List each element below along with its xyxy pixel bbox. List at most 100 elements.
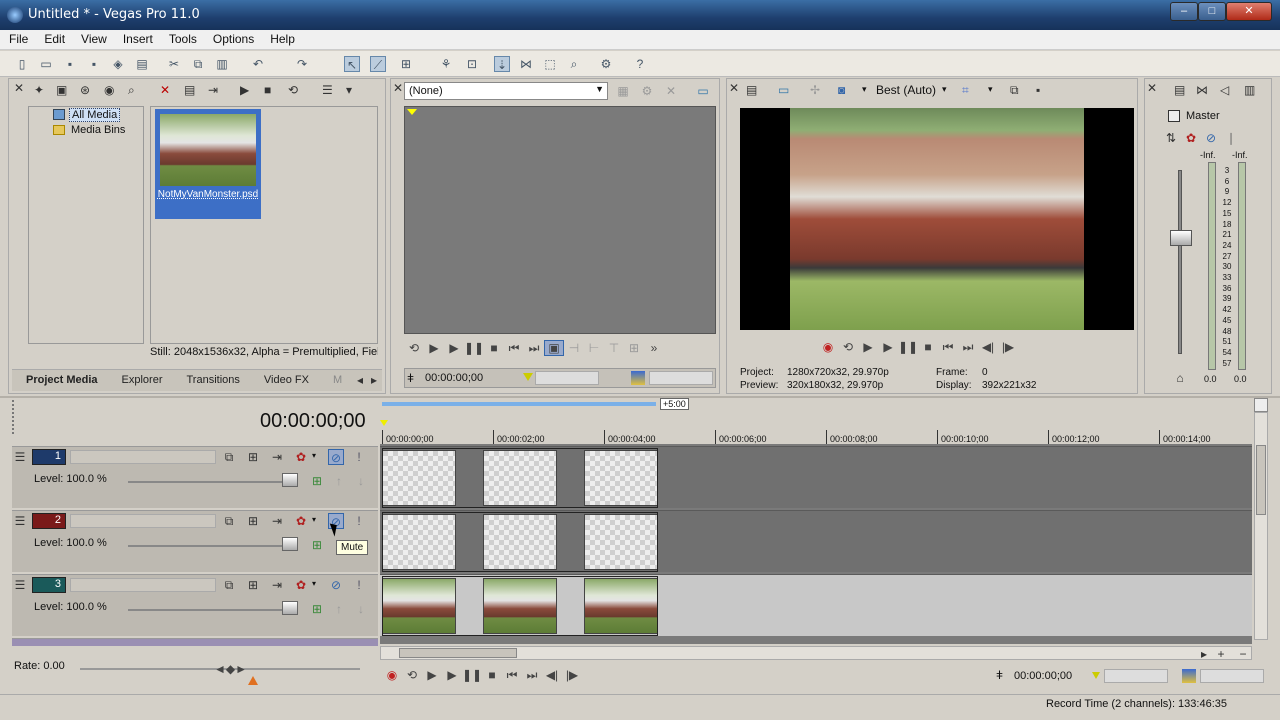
timeline-grip[interactable] (12, 400, 18, 434)
main-play-icon[interactable]: ▶ (442, 668, 462, 682)
level-slider-handle[interactable] (282, 601, 298, 615)
tabs-scroll-left-icon[interactable]: ◂ (354, 372, 366, 388)
track-envelope-icon[interactable]: ↑ (332, 601, 346, 617)
views-icon[interactable]: ☰ (322, 82, 333, 98)
main-prev-frame-icon[interactable]: ◀| (542, 668, 562, 682)
record-icon[interactable]: ◉ (818, 340, 838, 354)
menu-tools[interactable]: Tools (160, 30, 204, 46)
track-header[interactable]: ☰2⧉⊞⇥✿▾⊘!Level: 100.0 %⊞↑↓ (12, 510, 378, 572)
split-screen-view-icon[interactable]: ◙ (838, 82, 845, 98)
track-fx-icon[interactable]: ⊞ (246, 513, 260, 529)
auto-crossfade-icon[interactable]: ⋈ (518, 56, 534, 72)
master-bypass-checkbox[interactable] (1168, 110, 1180, 122)
zoom-in-icon[interactable]: + (1214, 646, 1228, 662)
compositing-mode-icon[interactable]: ⇥ (270, 449, 284, 465)
main-loop-icon[interactable]: ⟲ (402, 668, 422, 682)
menu-file[interactable]: File (0, 30, 35, 46)
rate-slider-handle-icon[interactable]: ◄◆► (214, 662, 247, 676)
edit-preset-icon[interactable]: ⚙ (640, 83, 654, 99)
trimmer-length-field[interactable] (649, 371, 713, 385)
mute-icon[interactable]: ⊘ (328, 577, 344, 593)
main-play-from-start-icon[interactable]: ▶ (422, 668, 442, 682)
track-expand-icon[interactable]: ☰ (14, 513, 26, 529)
split-dropdown-icon[interactable]: ▾ (862, 84, 867, 95)
split-screen-icon[interactable]: ▭ (696, 83, 710, 99)
online-icon[interactable]: ⚙ (598, 56, 614, 72)
close-trimmer-icon[interactable]: ✕ (392, 80, 404, 96)
add-to-timeline-icon[interactable]: ⊣ (564, 341, 584, 355)
track-motion-icon[interactable]: ⧉ (222, 513, 236, 529)
maximize-button[interactable]: □ (1198, 2, 1226, 21)
solo-icon[interactable]: ! (352, 577, 366, 593)
play-from-start-icon[interactable]: ▶ (424, 341, 444, 355)
close-preview-icon[interactable]: ✕ (728, 80, 740, 96)
tab-transitions[interactable]: Transitions (187, 374, 240, 386)
preview-play-from-start-icon[interactable]: ▶ (858, 340, 878, 354)
copy-snapshot-icon[interactable]: ⧉ (1010, 82, 1019, 98)
whats-this-help-icon[interactable]: ? (632, 56, 648, 72)
search-media-icon[interactable]: ⌕ (128, 82, 135, 98)
fx-dropdown-icon[interactable]: ▾ (312, 515, 316, 524)
paste-icon[interactable]: ▥ (214, 56, 230, 72)
track-header[interactable]: ☰ 1 ⧉ ⊞ ⇥ ✿ ▾ ⊘! Level: 100.0 % ⊞ ↑ ↓ (12, 446, 378, 508)
ruler-options-button[interactable] (1254, 398, 1268, 412)
track-motion-icon[interactable]: ⧉ (222, 449, 236, 465)
vertical-scrollbar[interactable] (1254, 412, 1268, 640)
lock-envelopes-icon[interactable]: ⚘ (438, 56, 454, 72)
add-before-icon[interactable]: ⊢ (584, 341, 604, 355)
zoom-tool-icon[interactable]: ⌕ (566, 56, 582, 72)
main-go-to-start-icon[interactable]: ⏮ (502, 668, 522, 683)
solo-icon[interactable]: ! (352, 449, 366, 465)
master-fx-icon[interactable]: ✿ (1184, 130, 1198, 146)
overlays-dropdown-icon[interactable]: ▾ (988, 84, 993, 95)
start-preview-icon[interactable]: ▶ (240, 82, 249, 98)
extract-audio-icon[interactable]: ◉ (104, 82, 114, 98)
level-slider-handle[interactable] (282, 537, 298, 551)
zoom-out-icon[interactable]: − (1236, 646, 1250, 662)
preview-go-to-start-icon[interactable]: ⏮ (938, 340, 958, 355)
media-properties-icon[interactable]: ▤ (184, 82, 195, 98)
horizontal-scroll-thumb[interactable] (399, 648, 517, 658)
menu-options[interactable]: Options (204, 30, 261, 46)
tree-item-all-media[interactable]: All Media (69, 108, 121, 122)
track-fx-chain-icon[interactable]: ✿ (294, 577, 308, 593)
vegas-app-icon[interactable] (7, 7, 23, 23)
loop-icon[interactable]: ⟲ (404, 341, 424, 355)
track-name-field[interactable] (70, 578, 216, 592)
bottom-selection-field[interactable] (1104, 669, 1168, 683)
preview-go-to-end-icon[interactable]: ⏭ (958, 340, 978, 355)
more-icon[interactable]: » (644, 341, 664, 355)
properties-icon[interactable]: ▤ (134, 56, 150, 72)
track-arm-icon[interactable]: ↓ (354, 601, 368, 617)
track-header[interactable] (12, 638, 378, 646)
loop-region-bar[interactable] (382, 402, 656, 406)
overlays-icon[interactable]: ⌗ (962, 82, 969, 98)
track-pan-icon[interactable]: ⊞ (310, 601, 324, 617)
track-arm-icon[interactable]: ↓ (354, 473, 368, 489)
master-insert-fx-icon[interactable]: ⇅ (1164, 130, 1178, 146)
next-frame-icon[interactable]: |▶ (998, 340, 1018, 354)
delete-preset-icon[interactable]: ✕ (664, 83, 678, 99)
import-media-icon[interactable]: ✦ (34, 82, 44, 98)
fx-dropdown-icon[interactable]: ▾ (312, 451, 316, 460)
previous-frame-icon[interactable]: ◀| (978, 340, 998, 354)
track-header[interactable]: ☰ 3 ⧉ ⊞ ⇥ ✿ ▾ ⊘! Level: 100.0 % ⊞ ↑ ↓ (12, 574, 378, 636)
minimize-button[interactable]: – (1170, 2, 1198, 21)
main-go-to-end-icon[interactable]: ⏭ (522, 668, 542, 683)
preview-quality-dropdown[interactable]: Best (Auto) (876, 83, 936, 97)
downmix-icon[interactable]: ⋈ (1196, 82, 1208, 98)
tabs-scroll-right-icon[interactable]: ▸ (368, 372, 380, 388)
mixer-meter-icon[interactable]: ▥ (1244, 82, 1255, 98)
track-number[interactable]: 2 (32, 513, 66, 529)
save-snapshot-icon[interactable]: ▪ (1036, 82, 1040, 98)
track-number[interactable]: 1 (32, 449, 66, 465)
new-icon[interactable]: ▯ (14, 56, 30, 72)
compositing-mode-icon[interactable]: ⇥ (270, 513, 284, 529)
track-expand-icon[interactable]: ☰ (14, 449, 26, 465)
fx-icon[interactable]: ✢ (810, 82, 820, 98)
cut-icon[interactable]: ✂ (166, 56, 182, 72)
vertical-scroll-thumb[interactable] (1256, 445, 1266, 515)
tab-project-media[interactable]: Project Media (26, 374, 98, 386)
track-envelope-icon[interactable]: ↑ (332, 473, 346, 489)
level-slider-handle[interactable] (282, 473, 298, 487)
